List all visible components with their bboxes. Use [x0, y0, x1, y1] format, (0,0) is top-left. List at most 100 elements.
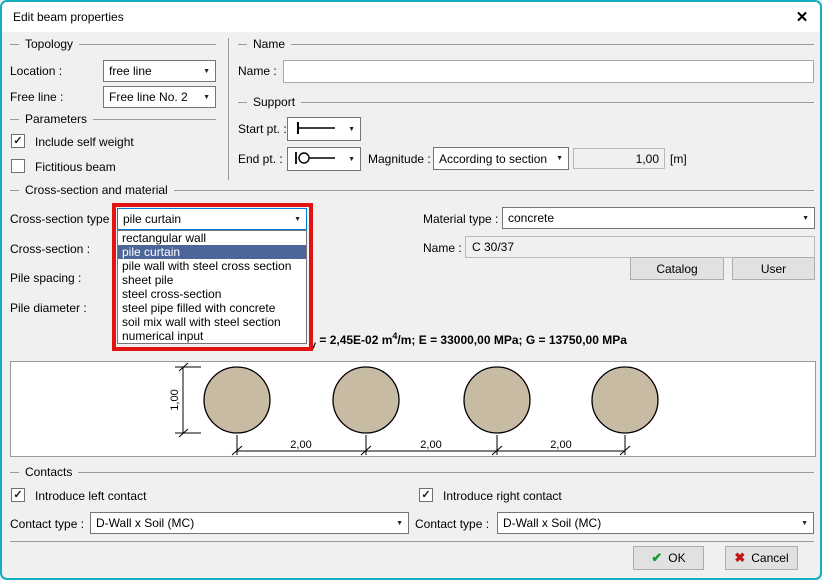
ok-check-icon: ✔	[651, 550, 662, 566]
dropdown-option[interactable]: pile curtain	[118, 245, 306, 259]
dropdown-option[interactable]: steel cross-section	[118, 287, 306, 301]
cancel-button-label: Cancel	[751, 551, 788, 565]
location-label: Location :	[10, 64, 62, 78]
edit-beam-properties-dialog: Edit beam properties ✕ Topology Location…	[0, 0, 822, 580]
name-group-header: Name	[238, 38, 814, 50]
pile-diameter-label: Pile diameter :	[10, 301, 87, 315]
introduce-right-contact-checkbox[interactable]: ✓	[419, 488, 433, 502]
introduce-left-contact-checkbox[interactable]: ✓	[11, 488, 25, 502]
material-type-select[interactable]: concrete ▼	[502, 207, 815, 229]
cross-section-type-value: pile curtain	[123, 212, 291, 226]
contacts-group-header: Contacts	[10, 466, 814, 478]
material-type-label: Material type :	[423, 212, 498, 226]
chevron-down-icon: ▼	[393, 520, 408, 527]
support-group-header: Support	[238, 96, 814, 108]
material-type-value: concrete	[508, 211, 799, 225]
include-self-weight-checkbox[interactable]: ✓	[11, 134, 25, 148]
catalog-button-label: Catalog	[656, 262, 697, 276]
parameters-group-header: Parameters	[10, 113, 216, 125]
end-support-select[interactable]: ▼	[287, 147, 361, 171]
name-input[interactable]	[283, 60, 814, 83]
ok-button[interactable]: ✔ OK	[633, 546, 704, 570]
free-line-select[interactable]: Free line No. 2 ▼	[103, 86, 216, 108]
chevron-down-icon: ▼	[200, 68, 215, 75]
chevron-down-icon: ▼	[799, 215, 814, 222]
magnitude-length-value: 1,00	[636, 152, 659, 166]
magnitude-select[interactable]: According to section ▼	[433, 147, 569, 170]
location-value: free line	[109, 64, 200, 78]
catalog-button[interactable]: Catalog	[630, 257, 724, 280]
chevron-down-icon: ▼	[200, 94, 215, 101]
title-bar: Edit beam properties ✕	[2, 2, 820, 32]
magnitude-length-field: 1,00	[573, 148, 665, 169]
left-contact-type-value: D-Wall x Soil (MC)	[96, 516, 393, 530]
dropdown-option[interactable]: rectangular wall	[118, 231, 306, 245]
left-contact-type-label: Contact type :	[10, 517, 84, 531]
include-self-weight-label: Include self weight	[35, 135, 134, 149]
column-divider	[228, 38, 229, 180]
material-name-label: Name :	[423, 241, 462, 255]
name-label: Name :	[238, 64, 277, 78]
footer-divider	[10, 541, 814, 542]
chevron-down-icon: ▼	[291, 216, 306, 223]
right-contact-type-select[interactable]: D-Wall x Soil (MC) ▼	[497, 512, 814, 534]
introduce-right-contact-label: Introduce right contact	[443, 489, 562, 503]
close-icon[interactable]: ✕	[790, 7, 814, 29]
location-select[interactable]: free line ▼	[103, 60, 216, 82]
group-label: Support	[253, 95, 295, 109]
left-contact-type-select[interactable]: D-Wall x Soil (MC) ▼	[90, 512, 409, 534]
spacing-dim-label: 2,00	[420, 439, 441, 451]
chevron-down-icon: ▼	[345, 126, 360, 133]
chevron-down-icon: ▼	[553, 155, 568, 162]
right-contact-type-value: D-Wall x Soil (MC)	[503, 516, 798, 530]
dialog-title: Edit beam properties	[13, 10, 124, 24]
user-button[interactable]: User	[732, 257, 815, 280]
fictitious-beam-checkbox[interactable]	[11, 159, 25, 173]
magnitude-label: Magnitude :	[368, 152, 431, 166]
pile-curtain-diagram: 2,00 2,00 2,00 1,00	[11, 362, 815, 456]
pile-curtain-drawing: 2,00 2,00 2,00 1,00	[10, 361, 816, 457]
dropdown-option[interactable]: sheet pile	[118, 273, 306, 287]
magnitude-value: According to section	[439, 152, 553, 166]
introduce-left-contact-label: Introduce left contact	[35, 489, 146, 503]
free-line-value: Free line No. 2	[109, 90, 200, 104]
free-line-label: Free line :	[10, 90, 63, 104]
pile-circles	[204, 367, 658, 433]
group-label: Cross-section and material	[25, 183, 168, 197]
section-properties-text: y = 2,45E-02 m4/m; E = 33000,00 MPa; G =…	[311, 331, 627, 349]
dropdown-option[interactable]: pile wall with steel cross section	[118, 259, 306, 273]
cross-section-type-select[interactable]: pile curtain ▼	[117, 208, 307, 230]
dropdown-option[interactable]: soil mix wall with steel section	[118, 315, 306, 329]
hinge-support-icon	[293, 150, 345, 169]
group-label: Contacts	[25, 465, 72, 479]
spacing-dim-label: 2,00	[550, 439, 571, 451]
magnitude-unit-label: [m]	[670, 152, 687, 166]
spacing-dim-label: 2,00	[290, 439, 311, 451]
fixed-support-icon	[293, 120, 345, 139]
cross-section-group-header: Cross-section and material	[10, 184, 814, 196]
user-button-label: User	[761, 262, 786, 276]
chevron-down-icon: ▼	[345, 156, 360, 163]
cancel-x-icon: ✖	[734, 550, 745, 566]
fictitious-beam-label: Fictitious beam	[35, 160, 116, 174]
group-label: Parameters	[25, 112, 87, 126]
cross-section-type-label: Cross-section type :	[10, 212, 116, 226]
right-contact-type-label: Contact type :	[415, 517, 489, 531]
group-label: Topology	[25, 37, 73, 51]
group-label: Name	[253, 37, 285, 51]
cross-section-label: Cross-section :	[10, 242, 90, 256]
start-support-select[interactable]: ▼	[287, 117, 361, 141]
end-pt-label: End pt. :	[238, 152, 283, 166]
chevron-down-icon: ▼	[798, 520, 813, 527]
material-name-field: C 30/37	[465, 236, 815, 258]
cross-section-type-listbox[interactable]: rectangular wallpile curtainpile wall wi…	[117, 230, 307, 344]
start-pt-label: Start pt. :	[238, 122, 287, 136]
diameter-dim-label: 1,00	[169, 389, 181, 410]
pile-spacing-label: Pile spacing :	[10, 271, 81, 285]
dropdown-option[interactable]: steel pipe filled with concrete	[118, 301, 306, 315]
cancel-button[interactable]: ✖ Cancel	[725, 546, 798, 570]
dropdown-option[interactable]: numerical input	[118, 329, 306, 343]
material-name-value: C 30/37	[472, 240, 514, 254]
topology-group-header: Topology	[10, 38, 216, 50]
ok-button-label: OK	[668, 551, 685, 565]
